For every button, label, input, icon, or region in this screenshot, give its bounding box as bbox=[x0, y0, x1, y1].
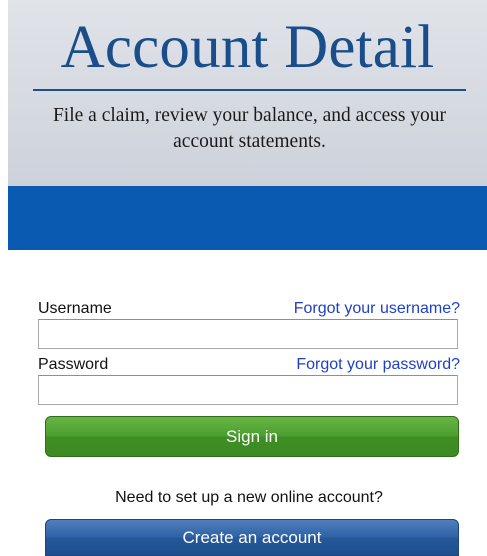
banner-blue-bar bbox=[8, 186, 487, 250]
password-label-row: Password Forgot your password? bbox=[38, 355, 460, 375]
banner-title: Account Detail bbox=[60, 14, 435, 81]
password-label: Password bbox=[38, 356, 109, 373]
username-input[interactable] bbox=[38, 319, 458, 349]
forgot-password-link[interactable]: Forgot your password? bbox=[296, 355, 460, 375]
username-label-row: Username Forgot your username? bbox=[38, 299, 460, 319]
banner: Account Detail File a claim, review your… bbox=[8, 0, 487, 250]
new-account-prompt: Need to set up a new online account? bbox=[115, 489, 383, 506]
sign-in-button[interactable]: Sign in bbox=[45, 416, 459, 457]
create-account-button[interactable]: Create an account bbox=[45, 519, 459, 556]
password-input[interactable] bbox=[38, 375, 458, 405]
forgot-username-link[interactable]: Forgot your username? bbox=[294, 299, 460, 319]
account-detail-page: Account Detail File a claim, review your… bbox=[0, 0, 487, 556]
banner-divider bbox=[33, 89, 466, 91]
banner-subtitle: File a claim, review your balance, and a… bbox=[52, 105, 447, 152]
username-label: Username bbox=[38, 300, 112, 317]
